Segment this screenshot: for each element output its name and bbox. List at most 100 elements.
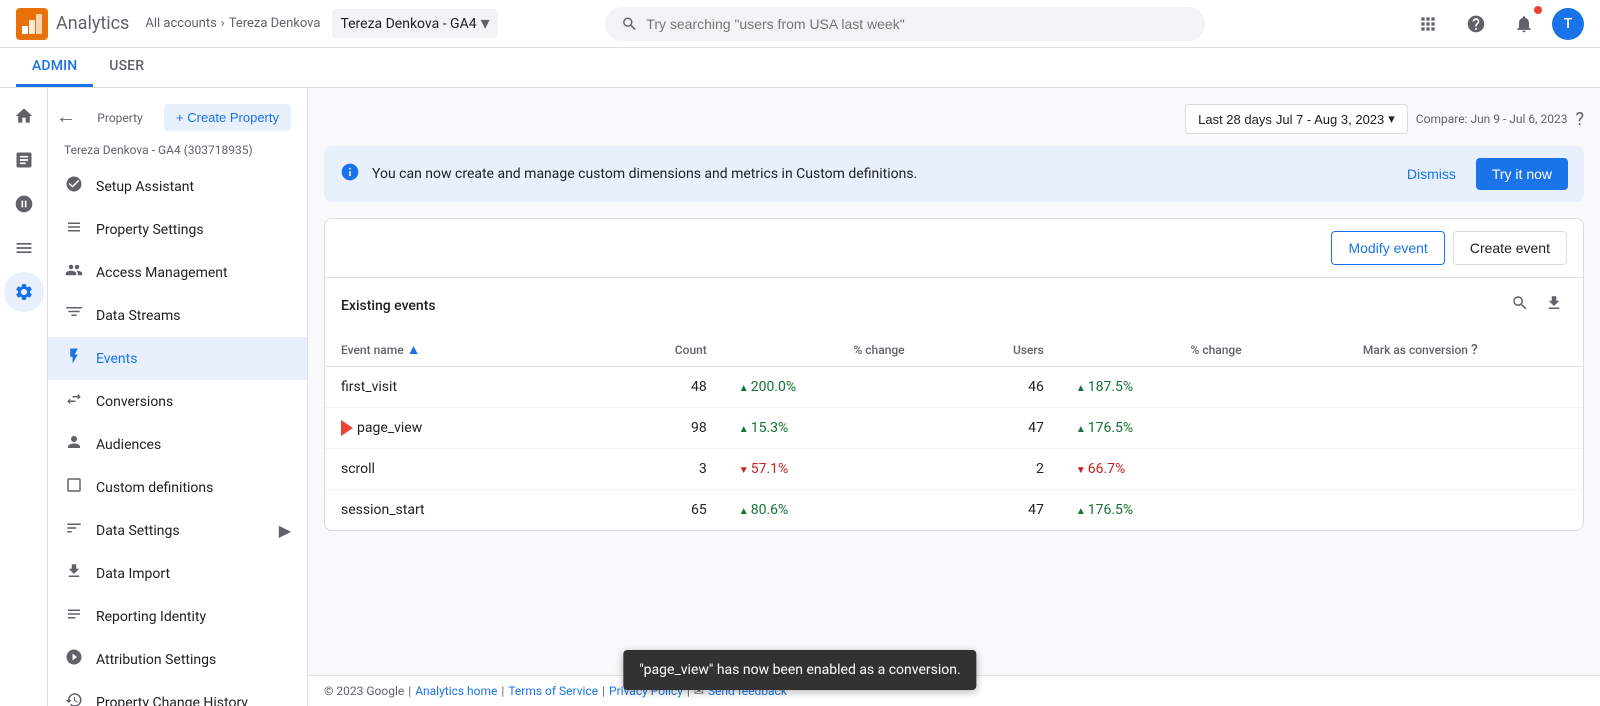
notifications-wrapper — [1504, 4, 1544, 44]
sidebar-label-data-streams: Data Streams — [96, 308, 181, 324]
apps-button[interactable] — [1408, 4, 1448, 44]
left-nav-reports[interactable] — [4, 140, 44, 180]
tab-user[interactable]: USER — [93, 48, 160, 87]
setup-assistant-icon — [64, 175, 84, 198]
users-cell: 46 — [921, 367, 1060, 408]
col-event-name[interactable]: Event name ▲ — [325, 333, 581, 367]
info-banner: You can now create and manage custom dim… — [324, 146, 1584, 202]
modify-event-button[interactable]: Modify event — [1331, 231, 1444, 265]
property-selector[interactable]: Tereza Denkova - GA4 ▾ — [332, 9, 497, 38]
sidebar-item-attribution-settings[interactable]: Attribution Settings — [48, 638, 307, 681]
property-settings-icon — [64, 218, 84, 241]
table-header-row: Event name ▲ Count % change Users % chan… — [325, 333, 1583, 367]
search-bar[interactable] — [605, 7, 1205, 41]
count-cell: 65 — [581, 490, 723, 531]
sidebar-item-audiences[interactable]: Audiences — [48, 423, 307, 466]
count-change-cell: 57.1% — [723, 449, 921, 490]
left-icon-nav — [0, 88, 48, 706]
create-property-button[interactable]: + Create Property — [164, 104, 291, 131]
sidebar-item-data-streams[interactable]: Data Streams — [48, 294, 307, 337]
arrow-up-icon — [1076, 379, 1086, 395]
create-event-button[interactable]: Create event — [1453, 231, 1567, 265]
event-name-cell: first_visit — [325, 367, 581, 407]
users-cell: 47 — [921, 490, 1060, 531]
footer-sep-2: | — [501, 684, 504, 698]
events-title: Existing events — [341, 298, 436, 314]
analytics-logo[interactable]: Analytics — [16, 8, 129, 40]
tab-admin[interactable]: ADMIN — [16, 48, 93, 87]
left-nav-home[interactable] — [4, 96, 44, 136]
date-help-icon[interactable]: ? — [1575, 109, 1584, 130]
left-nav-advertising[interactable] — [4, 228, 44, 268]
count-change-cell: 15.3% — [723, 408, 921, 449]
conversions-icon — [64, 390, 84, 413]
sidebar-label-setup-assistant: Setup Assistant — [96, 179, 194, 195]
search-events-button[interactable] — [1507, 290, 1533, 321]
compare-text: Compare: Jun 9 - Jul 6, 2023 — [1416, 112, 1568, 126]
arrow-up-icon — [739, 502, 749, 518]
main-content: Last 28 days Jul 7 - Aug 3, 2023 ▾ Compa… — [308, 88, 1600, 706]
data-settings-icon — [64, 519, 84, 542]
help-button[interactable] — [1456, 4, 1496, 44]
sidebar-item-events[interactable]: Events — [48, 337, 307, 380]
row-indicator — [341, 420, 353, 436]
breadcrumb-separator: › — [221, 16, 225, 31]
mark-conversion-tooltip-icon[interactable]: ? — [1471, 342, 1478, 358]
sidebar-label-property-settings: Property Settings — [96, 222, 204, 238]
search-input[interactable] — [646, 16, 1189, 32]
events-icon — [64, 347, 84, 370]
avatar[interactable]: T — [1552, 8, 1584, 40]
date-range-button[interactable]: Last 28 days Jul 7 - Aug 3, 2023 ▾ — [1185, 104, 1408, 134]
sidebar-item-property-settings[interactable]: Property Settings — [48, 208, 307, 251]
audiences-icon — [64, 433, 84, 456]
left-nav-configure[interactable] — [4, 272, 44, 312]
search-icon — [621, 15, 638, 33]
col-count: Count — [581, 333, 723, 367]
sidebar-item-data-import[interactable]: Data Import — [48, 552, 307, 595]
table-row: first_visit48 200.0%46 187.5% — [325, 367, 1583, 408]
back-button[interactable]: ← — [56, 102, 84, 133]
conversion-toggle-cell — [1258, 449, 1583, 490]
download-events-button[interactable] — [1541, 290, 1567, 321]
sidebar-item-setup-assistant[interactable]: Setup Assistant — [48, 165, 307, 208]
conversion-toggle-cell — [1258, 490, 1583, 531]
events-card: Modify event Create event Existing event… — [324, 218, 1584, 531]
date-range-value: Jul 7 - Aug 3, 2023 — [1276, 112, 1384, 127]
col-mark-conversion: Mark as conversion ? — [1258, 333, 1583, 367]
conversion-toggle-cell — [1258, 367, 1583, 408]
toast-notification: "page_view" has now been enabled as a co… — [623, 650, 976, 690]
sidebar-item-access-management[interactable]: Access Management — [48, 251, 307, 294]
events-card-header: Modify event Create event — [325, 219, 1583, 278]
col-users-change: % change — [1060, 333, 1258, 367]
property-sub-label: Tereza Denkova - GA4 (303718935) — [48, 139, 307, 165]
breadcrumb-current: Tereza Denkova — [229, 16, 321, 31]
count-change-cell: 200.0% — [723, 367, 921, 408]
nav-icons: T — [1408, 4, 1584, 44]
property-selector-label: Tereza Denkova - GA4 — [340, 16, 476, 32]
sidebar-item-conversions[interactable]: Conversions — [48, 380, 307, 423]
sidebar-item-reporting-identity[interactable]: Reporting Identity — [48, 595, 307, 638]
dismiss-button[interactable]: Dismiss — [1399, 162, 1464, 186]
analytics-home-link[interactable]: Analytics home — [415, 684, 497, 698]
count-cell: 3 — [581, 449, 723, 490]
col-users: Users — [921, 333, 1060, 367]
notification-badge — [1534, 6, 1542, 14]
sidebar-item-property-change-history[interactable]: Property Change History — [48, 681, 307, 706]
all-accounts-link[interactable]: All accounts — [145, 16, 216, 31]
sidebar-label-audiences: Audiences — [96, 437, 161, 453]
sidebar-item-data-settings[interactable]: Data Settings ▶ — [48, 509, 307, 552]
count-change-cell: 80.6% — [723, 490, 921, 531]
sidebar-label-custom-definitions: Custom definitions — [96, 480, 213, 496]
sidebar-item-custom-definitions[interactable]: Custom definitions — [48, 466, 307, 509]
property-header-label: Property — [89, 111, 150, 125]
sort-icon: ▲ — [407, 342, 421, 358]
left-nav-explore[interactable] — [4, 184, 44, 224]
terms-of-service-link[interactable]: Terms of Service — [508, 684, 598, 698]
arrow-up-icon — [1076, 420, 1086, 436]
try-now-button[interactable]: Try it now — [1476, 158, 1568, 190]
events-title-row: Existing events — [325, 278, 1583, 333]
users-cell: 2 — [921, 449, 1060, 490]
users-cell: 47 — [921, 408, 1060, 449]
footer-copyright: © 2023 Google — [324, 684, 404, 698]
events-table: Event name ▲ Count % change Users % chan… — [325, 333, 1583, 530]
